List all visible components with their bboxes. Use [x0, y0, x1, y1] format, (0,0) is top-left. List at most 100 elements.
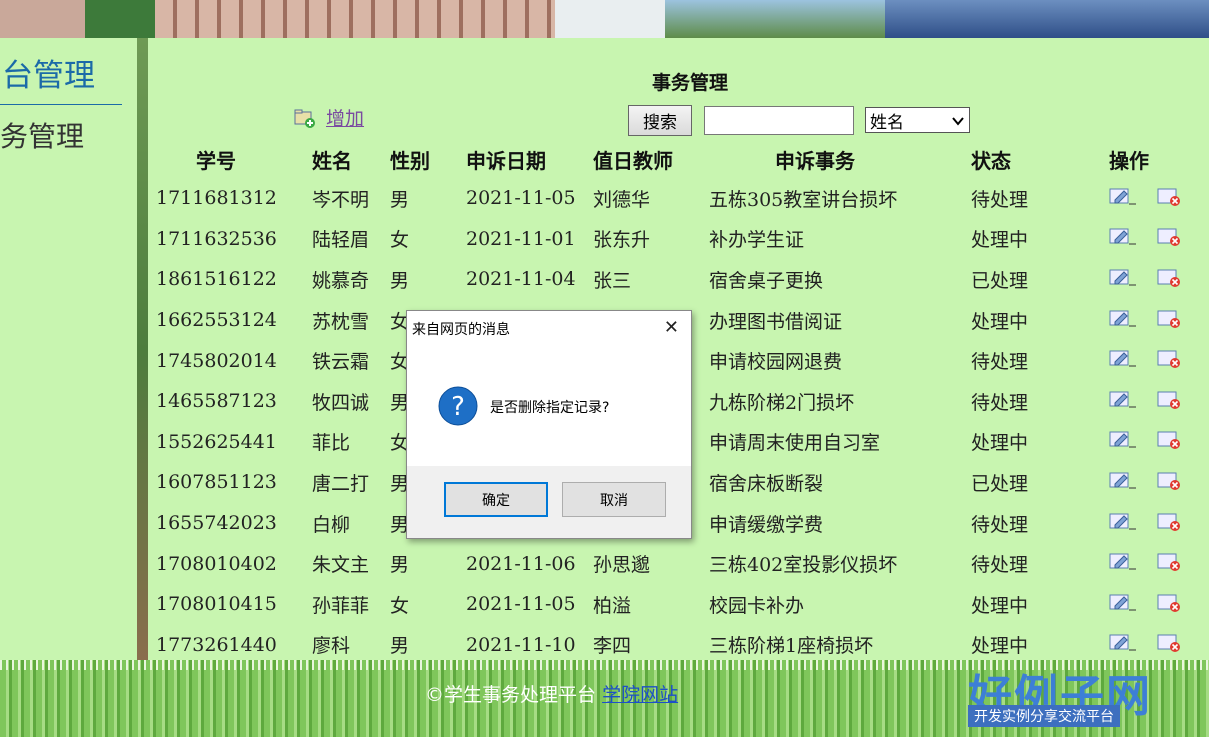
cell-teacher: 刘德华: [593, 188, 651, 211]
cell-status: 待处理: [971, 391, 1029, 414]
delete-icon[interactable]: [1157, 632, 1181, 657]
edit-icon[interactable]: [1109, 389, 1137, 414]
cell-affair: 申请校园网退费: [709, 351, 843, 374]
cell-student-id: 1607851123: [156, 471, 277, 494]
college-site-link[interactable]: 学院网站: [602, 684, 678, 706]
svg-text:?: ?: [451, 392, 465, 422]
select-value: 姓名: [870, 112, 904, 133]
footer: ©学生事务处理平台 学院网站 好例子网 开发实例分享交流平台: [0, 660, 1209, 737]
cell-status: 处理中: [971, 229, 1029, 252]
edit-icon[interactable]: [1109, 186, 1137, 211]
edit-icon[interactable]: [1109, 308, 1137, 333]
edit-icon[interactable]: [1109, 551, 1137, 576]
header-student-id: 学号: [196, 148, 236, 173]
cell-status: 待处理: [971, 554, 1029, 577]
header-gender: 性别: [390, 148, 430, 173]
cell-actions: [1109, 178, 1209, 219]
delete-icon[interactable]: [1157, 226, 1181, 251]
page-title: 事务管理: [652, 72, 729, 94]
cell-actions: [1109, 259, 1209, 300]
edit-icon[interactable]: [1109, 592, 1137, 617]
table-row: 1708010415 孙菲菲女 2021-11-05 柏溢 校园卡补办 处理中: [148, 584, 1209, 625]
question-icon: ?: [438, 386, 478, 426]
cell-date: 2021-11-01: [466, 227, 576, 250]
cell-affair: 补办学生证: [709, 229, 805, 252]
delete-icon[interactable]: [1157, 308, 1181, 333]
cell-name: 苏枕雪: [312, 310, 370, 333]
search-button[interactable]: 搜索: [628, 105, 692, 136]
cell-status: 处理中: [971, 310, 1029, 333]
header-teacher: 值日教师: [593, 148, 673, 173]
edit-icon[interactable]: [1109, 348, 1137, 373]
header-status: 状态: [971, 148, 1011, 173]
header-affair: 申诉事务: [775, 148, 855, 173]
cell-status: 处理中: [971, 432, 1029, 455]
edit-icon[interactable]: [1109, 470, 1137, 495]
sidebar-divider: [0, 104, 122, 105]
footer-text: ©学生事务处理平台 学院网站: [425, 680, 678, 707]
delete-icon[interactable]: [1157, 429, 1181, 454]
cell-student-id: 1552625441: [156, 430, 277, 453]
cell-status: 处理中: [971, 594, 1029, 617]
table-row: 1861516122 姚慕奇男 2021-11-04 张三 宿舍桌子更换 已处理: [148, 259, 1209, 300]
edit-icon[interactable]: [1109, 267, 1137, 292]
cell-affair: 校园卡补办: [709, 594, 805, 617]
delete-icon[interactable]: [1157, 470, 1181, 495]
cell-status: 已处理: [971, 472, 1029, 495]
chevron-down-icon: [952, 117, 964, 126]
search-field-select[interactable]: 姓名: [865, 107, 970, 133]
cell-actions: [1109, 219, 1209, 260]
cell-actions: [1109, 300, 1209, 341]
cell-name: 岑不明: [312, 188, 370, 211]
cell-affair: 九栋阶梯2门损坏: [709, 391, 855, 414]
header-date: 申诉日期: [466, 148, 546, 173]
delete-icon[interactable]: [1157, 267, 1181, 292]
cell-name: 唐二打: [312, 472, 370, 495]
cell-student-id: 1708010402: [156, 552, 277, 575]
delete-icon[interactable]: [1157, 348, 1181, 373]
delete-icon[interactable]: [1157, 186, 1181, 211]
table-header-row: 学号 姓名 性别 申诉日期 值日教师 申诉事务 状态 操作: [148, 140, 1209, 178]
cell-gender: 女: [390, 229, 410, 252]
cell-name: 牧四诚: [312, 391, 370, 414]
cell-actions: [1109, 584, 1209, 625]
search-input[interactable]: [704, 106, 854, 135]
edit-icon[interactable]: [1109, 226, 1137, 251]
sidebar-item-affairs[interactable]: 务管理: [0, 115, 84, 155]
edit-icon[interactable]: [1109, 429, 1137, 454]
cell-student-id: 1655742023: [156, 512, 277, 535]
cell-student-id: 1708010415: [156, 593, 277, 616]
cell-name: 铁云霜: [312, 351, 370, 374]
cell-status: 待处理: [971, 351, 1029, 374]
cell-name: 白柳: [312, 513, 351, 536]
cell-affair: 申请周末使用自习室: [709, 432, 881, 455]
cell-affair: 申请缓缴学费: [709, 513, 824, 536]
delete-icon[interactable]: [1157, 389, 1181, 414]
cell-actions: [1109, 543, 1209, 584]
delete-icon[interactable]: [1157, 511, 1181, 536]
cell-status: 待处理: [971, 188, 1029, 211]
cell-actions: [1109, 462, 1209, 503]
edit-icon[interactable]: [1109, 632, 1137, 657]
cell-status: 已处理: [971, 269, 1029, 292]
cell-student-id: 1465587123: [156, 390, 277, 413]
add-label: 增加: [326, 108, 365, 130]
delete-icon[interactable]: [1157, 592, 1181, 617]
add-button[interactable]: 增加: [294, 104, 364, 131]
cell-student-id: 1745802014: [156, 349, 277, 372]
copyright: ©学生事务处理平台: [425, 684, 597, 706]
confirm-dialog: 来自网页的消息 ✕ ? 是否删除指定记录? 确定 取消: [406, 310, 692, 539]
cell-student-id: 1861516122: [156, 268, 277, 291]
cell-name: 陆轻眉: [312, 229, 370, 252]
close-icon[interactable]: ✕: [664, 317, 679, 338]
confirm-button[interactable]: 确定: [444, 482, 548, 517]
cancel-button[interactable]: 取消: [562, 482, 666, 517]
delete-icon[interactable]: [1157, 551, 1181, 576]
cell-name: 姚慕奇: [312, 269, 370, 292]
edit-icon[interactable]: [1109, 511, 1137, 536]
cell-gender: 男: [390, 188, 410, 211]
cell-affair: 宿舍床板断裂: [709, 472, 824, 495]
cell-date: 2021-11-06: [466, 552, 576, 575]
cell-date: 2021-11-04: [466, 268, 576, 291]
header-banner: [0, 0, 1209, 38]
